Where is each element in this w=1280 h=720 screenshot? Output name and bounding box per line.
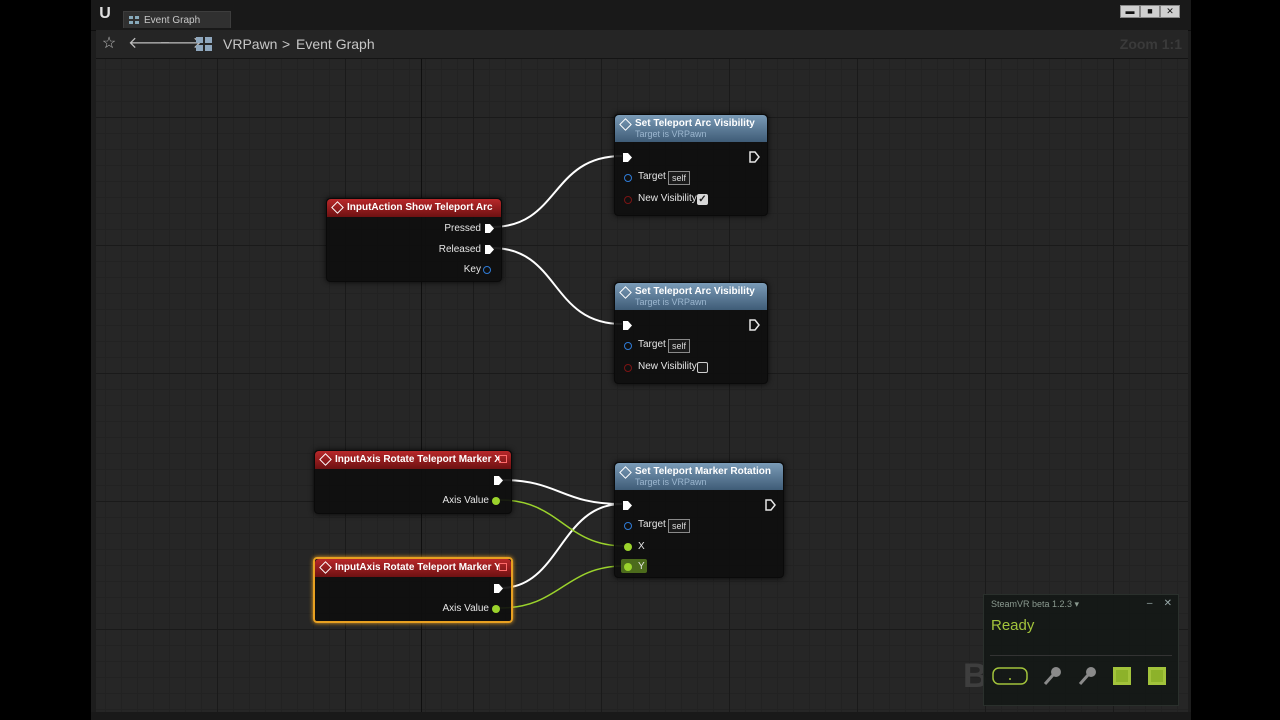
node-title: InputAxis Rotate Teleport Marker Y: [335, 562, 501, 573]
visibility-label: New Visibility: [638, 193, 697, 204]
function-icon: [619, 286, 632, 299]
unreal-logo-icon: U: [99, 5, 111, 22]
node-header: InputAxis Rotate Teleport Marker Y: [315, 559, 511, 577]
visibility-bool-pin[interactable]: [624, 364, 632, 372]
node-title: InputAction Show Teleport Arc: [347, 202, 493, 213]
function-icon: [619, 466, 632, 479]
window-bottom-border: [91, 712, 1191, 720]
node-subtitle: Target is VRPawn: [635, 297, 707, 307]
controller-icon: [1043, 667, 1061, 685]
exec-out-pin[interactable]: [749, 319, 760, 331]
released-exec-pin[interactable]: [485, 245, 494, 254]
pin-label-key: Key: [463, 264, 481, 275]
input-action-node[interactable]: InputAction Show Teleport Arc Pressed Re…: [326, 198, 502, 282]
axis-value-label: Axis Value: [442, 603, 489, 614]
tab-label: Event Graph: [144, 15, 201, 26]
minimize-button[interactable]: ▬: [1120, 5, 1140, 18]
star-icon[interactable]: ☆: [100, 35, 118, 53]
node-header: Set Teleport Arc Visibility Target is VR…: [615, 283, 767, 310]
steamvr-status: Ready: [991, 617, 1035, 634]
axis-value-label: Axis Value: [442, 495, 489, 506]
function-icon: [619, 118, 632, 131]
pin-label-released: Released: [438, 244, 481, 255]
graph-toolbar: ☆ 🡐 🡒 VRPawn > Event Graph Zoom 1:1: [96, 30, 1188, 59]
set-arc-visibility-node-1[interactable]: Set Teleport Arc Visibility Target is VR…: [614, 114, 768, 216]
exec-out-pin[interactable]: [494, 476, 503, 485]
node-title: Set Teleport Arc Visibility: [635, 118, 755, 129]
title-bar: U Event Graph ▬ ■ ✕: [91, 0, 1191, 31]
close-button[interactable]: ✕: [1160, 5, 1180, 18]
y-label: Y: [638, 561, 645, 572]
node-header: Set Teleport Arc Visibility Target is VR…: [615, 115, 767, 142]
event-diamond-icon: [319, 561, 332, 574]
x-label: X: [638, 541, 645, 552]
target-self-value[interactable]: self: [668, 171, 691, 185]
steamvr-status-window[interactable]: SteamVR beta 1.2.3 ▾ – ✕ Ready: [983, 594, 1179, 706]
x-float-pin[interactable]: [624, 543, 632, 551]
breadcrumb-current[interactable]: Event Graph: [296, 36, 375, 52]
exec-out-pin[interactable]: [765, 499, 776, 511]
node-title: Set Teleport Marker Rotation: [635, 466, 771, 477]
node-header: InputAxis Rotate Teleport Marker X: [315, 451, 511, 469]
exec-in-pin[interactable]: [623, 321, 632, 330]
visibility-checkbox-checked[interactable]: ✓: [697, 194, 708, 205]
node-header: Set Teleport Marker Rotation Target is V…: [615, 463, 783, 490]
node-subtitle: Target is VRPawn: [635, 129, 707, 139]
target-pin[interactable]: [624, 342, 632, 350]
node-title: Set Teleport Arc Visibility: [635, 286, 755, 297]
input-axis-y-node[interactable]: InputAxis Rotate Teleport Marker Y Axis …: [313, 557, 513, 623]
y-float-pin[interactable]: [624, 563, 632, 571]
steamvr-close-button[interactable]: ✕: [1164, 598, 1172, 609]
set-arc-visibility-node-2[interactable]: Set Teleport Arc Visibility Target is VR…: [614, 282, 768, 384]
tab-event-graph[interactable]: Event Graph: [123, 11, 231, 28]
node-title: InputAxis Rotate Teleport Marker X: [335, 454, 501, 465]
exec-out-pin[interactable]: [749, 151, 760, 163]
maximize-button[interactable]: ■: [1140, 5, 1160, 18]
target-self-value[interactable]: self: [668, 519, 691, 533]
divider: [990, 655, 1172, 656]
target-label: Target: [638, 339, 666, 350]
visibility-checkbox-unchecked[interactable]: [697, 362, 708, 373]
node-subtitle: Target is VRPawn: [635, 477, 707, 487]
steamvr-title[interactable]: SteamVR beta 1.2.3 ▾: [991, 599, 1079, 610]
headset-icon: [992, 667, 1028, 685]
visibility-label: New Visibility: [638, 361, 697, 372]
exec-in-pin[interactable]: [623, 153, 632, 162]
event-diamond-icon: [331, 201, 344, 214]
controller-icon: [1078, 667, 1096, 685]
set-marker-rotation-node[interactable]: Set Teleport Marker Rotation Target is V…: [614, 462, 784, 578]
target-pin[interactable]: [624, 174, 632, 182]
base-station-icon: [1148, 667, 1166, 685]
event-diamond-icon: [319, 453, 332, 466]
target-self-value[interactable]: self: [668, 339, 691, 353]
pin-label-pressed: Pressed: [444, 223, 481, 234]
axis-value-float-pin[interactable]: [492, 605, 500, 613]
node-header: InputAction Show Teleport Arc: [327, 199, 501, 217]
steamvr-window-controls: – ✕: [1147, 598, 1172, 609]
zoom-level: Zoom 1:1: [1119, 36, 1182, 52]
target-pin[interactable]: [624, 522, 632, 530]
input-axis-x-node[interactable]: InputAxis Rotate Teleport Marker X Axis …: [314, 450, 512, 514]
breadcrumb-root[interactable]: VRPawn: [223, 36, 277, 52]
target-label: Target: [638, 171, 666, 182]
base-station-icon: [1113, 667, 1131, 685]
delegate-pin-icon[interactable]: [499, 563, 507, 571]
forward-arrow-icon[interactable]: 🡒: [159, 35, 202, 53]
key-struct-pin[interactable]: [483, 266, 491, 274]
back-arrow-icon[interactable]: 🡐: [128, 35, 171, 53]
graph-icon: [129, 16, 139, 24]
breadcrumb-separator: >: [282, 36, 291, 52]
steamvr-minimize-button[interactable]: –: [1147, 598, 1153, 609]
blueprint-graph-icon: [196, 37, 212, 51]
visibility-bool-pin[interactable]: [624, 196, 632, 204]
delegate-pin-icon[interactable]: [499, 455, 507, 463]
blueprint-watermark: B: [963, 657, 988, 695]
axis-value-float-pin[interactable]: [492, 497, 500, 505]
pressed-exec-pin[interactable]: [485, 224, 494, 233]
target-label: Target: [638, 519, 666, 530]
exec-out-pin[interactable]: [494, 584, 503, 593]
exec-in-pin[interactable]: [623, 501, 632, 510]
